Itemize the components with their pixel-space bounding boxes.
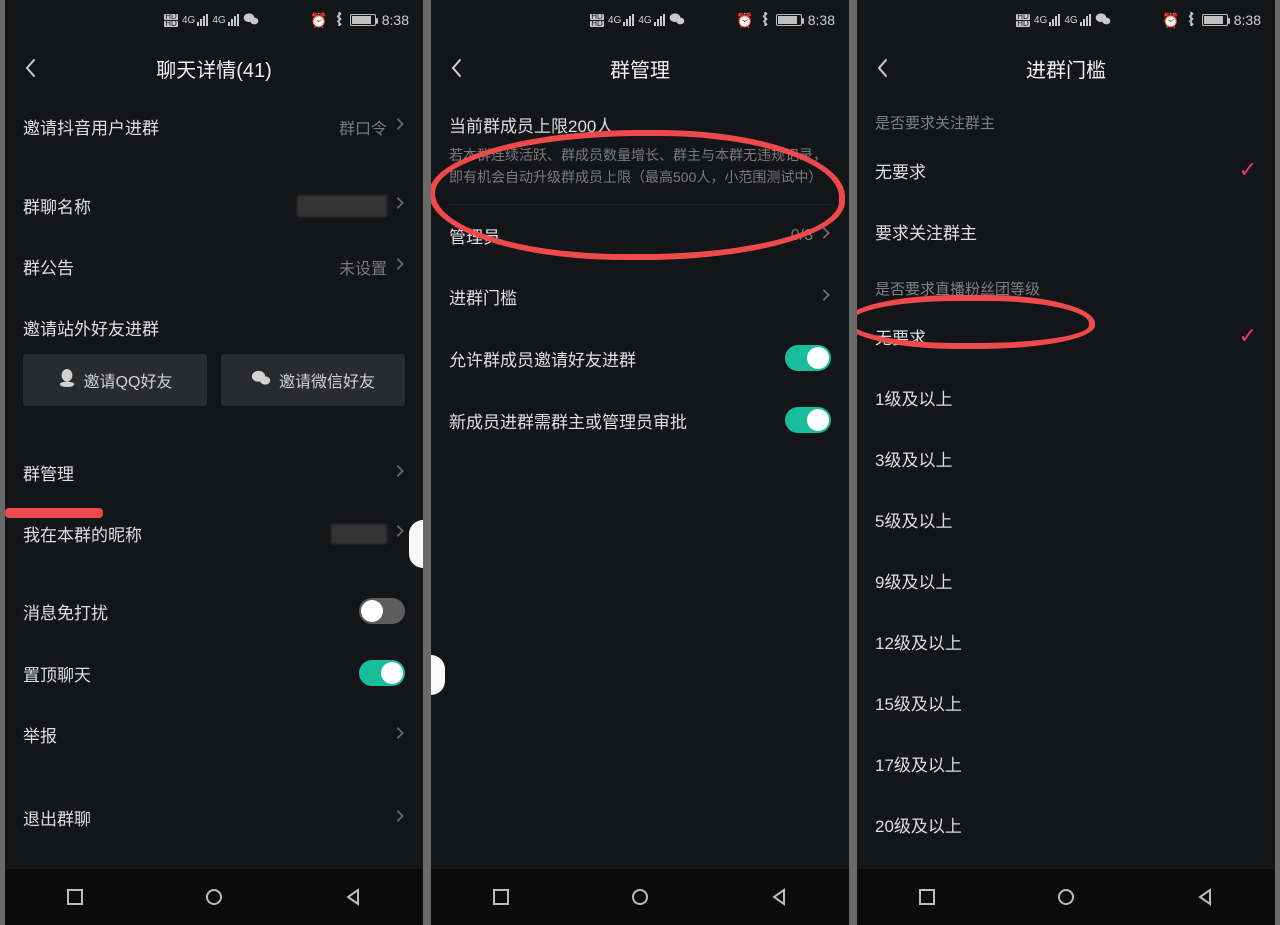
battery-icon (776, 14, 802, 26)
chevron-right-icon (821, 287, 831, 307)
option-level-0[interactable]: 无要求 ✓ (857, 305, 1275, 367)
wechat-icon (251, 369, 271, 392)
nav-home-button[interactable] (629, 886, 651, 908)
toggle-mute[interactable] (359, 598, 405, 624)
phone-screen-2: HDHD 4G 4G ⏰ 8:38 群管理 当前群成员上限200人 若本群连续活… (431, 0, 849, 925)
chevron-right-icon (395, 463, 405, 483)
option-follow-owner[interactable]: 要求关注群主 (857, 201, 1275, 262)
chevron-right-icon (395, 725, 405, 745)
page-title: 聊天详情(41) (156, 54, 272, 83)
bluetooth-icon (334, 12, 344, 29)
option-level-5[interactable]: 12级及以上 (857, 611, 1275, 672)
row-threshold[interactable]: 进群门槛 (431, 266, 849, 327)
android-navbar (857, 869, 1275, 925)
row-report[interactable]: 举报 (5, 704, 423, 765)
nav-home-button[interactable] (203, 886, 225, 908)
chevron-right-icon (821, 226, 831, 245)
row-invite-user[interactable]: 邀请抖音用户进群 群口令 (5, 96, 423, 157)
chevron-right-icon (395, 808, 405, 828)
chevron-right-icon (395, 257, 405, 276)
toggle-pin[interactable] (359, 660, 405, 686)
clock-text: 8:38 (1234, 12, 1261, 28)
row-announcement[interactable]: 群公告 未设置 (5, 236, 423, 297)
qq-icon (58, 368, 76, 393)
section-fan-level: 是否要求直播粉丝团等级 (857, 262, 1275, 305)
nav-back-button[interactable] (1194, 886, 1216, 908)
title-bar: 进群门槛 (857, 40, 1275, 96)
option-level-2[interactable]: 3级及以上 (857, 428, 1275, 489)
alarm-icon: ⏰ (736, 12, 753, 29)
status-bar: HDHD 4G 4G ⏰ 8:38 (857, 0, 1275, 40)
bluetooth-icon (760, 12, 770, 29)
back-button[interactable] (19, 56, 43, 80)
wechat-icon (243, 12, 259, 29)
back-button[interactable] (445, 56, 469, 80)
row-pin: 置顶聊天 (5, 642, 423, 704)
nav-back-button[interactable] (342, 886, 364, 908)
option-level-1[interactable]: 1级及以上 (857, 367, 1275, 428)
phone-screen-3: HDHD 4G 4G ⏰ 8:38 进群门槛 是否要求关注群主 无要求 ✓ 要求… (857, 0, 1275, 925)
row-allow-invite: 允许群成员邀请好友进群 (431, 327, 849, 389)
nav-recent-button[interactable] (490, 886, 512, 908)
android-navbar (5, 869, 423, 925)
chevron-right-icon (395, 524, 405, 543)
nav-home-button[interactable] (1055, 886, 1077, 908)
title-bar: 群管理 (431, 40, 849, 96)
option-level-4[interactable]: 9级及以上 (857, 550, 1275, 611)
chevron-right-icon (395, 117, 405, 136)
option-no-requirement-1[interactable]: 无要求 ✓ (857, 139, 1275, 201)
status-bar: HDHD 4G 4G ⏰ 8:38 (5, 0, 423, 40)
nav-back-button[interactable] (768, 886, 790, 908)
option-level-8[interactable]: 20级及以上 (857, 794, 1275, 855)
section-follow-owner: 是否要求关注群主 (857, 96, 1275, 139)
row-approve: 新成员进群需群主或管理员审批 (431, 389, 849, 451)
option-level-6[interactable]: 15级及以上 (857, 672, 1275, 733)
back-button[interactable] (871, 56, 895, 80)
android-navbar (431, 869, 849, 925)
alarm-icon: ⏰ (310, 12, 327, 29)
row-leave[interactable]: 退出群聊 (5, 787, 423, 848)
battery-icon (350, 14, 376, 26)
wechat-icon (669, 12, 685, 29)
option-level-7[interactable]: 17级及以上 (857, 733, 1275, 794)
alarm-icon: ⏰ (1162, 12, 1179, 29)
clock-text: 8:38 (382, 12, 409, 28)
clock-text: 8:38 (808, 12, 835, 28)
member-limit-desc: 若本群连续活跃、群成员数量增长、群主与本群无违规记录，即有机会自动升级群成员上限… (431, 145, 849, 204)
option-level-3[interactable]: 5级及以上 (857, 489, 1275, 550)
nav-recent-button[interactable] (916, 886, 938, 908)
battery-icon (1202, 14, 1228, 26)
row-group-name[interactable]: 群聊名称 (5, 175, 423, 236)
group-name-value-blurred (297, 195, 387, 217)
phone-screen-1: HDHD 4G 4G ⏰ 8:38 聊天详情(41) 邀请抖音用户进群 群口令 (5, 0, 423, 925)
wechat-icon (1095, 12, 1111, 29)
row-mute: 消息免打扰 (5, 580, 423, 642)
title-bar: 聊天详情(41) (5, 40, 423, 96)
check-icon: ✓ (1239, 157, 1257, 183)
check-icon: ✓ (1239, 323, 1257, 349)
row-group-manage[interactable]: 群管理 (5, 442, 423, 503)
invite-wechat-button[interactable]: 邀请微信好友 (221, 354, 405, 406)
bluetooth-icon (1186, 12, 1196, 29)
page-title: 群管理 (610, 54, 670, 83)
page-title: 进群门槛 (1026, 54, 1106, 83)
toggle-approve[interactable] (785, 407, 831, 433)
nickname-value-blurred (331, 524, 387, 544)
row-admins[interactable]: 管理员 0/3 (431, 205, 849, 266)
toggle-allow-invite[interactable] (785, 345, 831, 371)
nav-recent-button[interactable] (64, 886, 86, 908)
section-invite-external: 邀请站外好友进群 (5, 297, 423, 344)
chevron-right-icon (395, 196, 405, 215)
invite-qq-button[interactable]: 邀请QQ好友 (23, 354, 207, 406)
status-bar: HDHD 4G 4G ⏰ 8:38 (431, 0, 849, 40)
member-limit-title: 当前群成员上限200人 (431, 96, 849, 145)
row-my-nickname[interactable]: 我在本群的昵称 (5, 503, 423, 564)
